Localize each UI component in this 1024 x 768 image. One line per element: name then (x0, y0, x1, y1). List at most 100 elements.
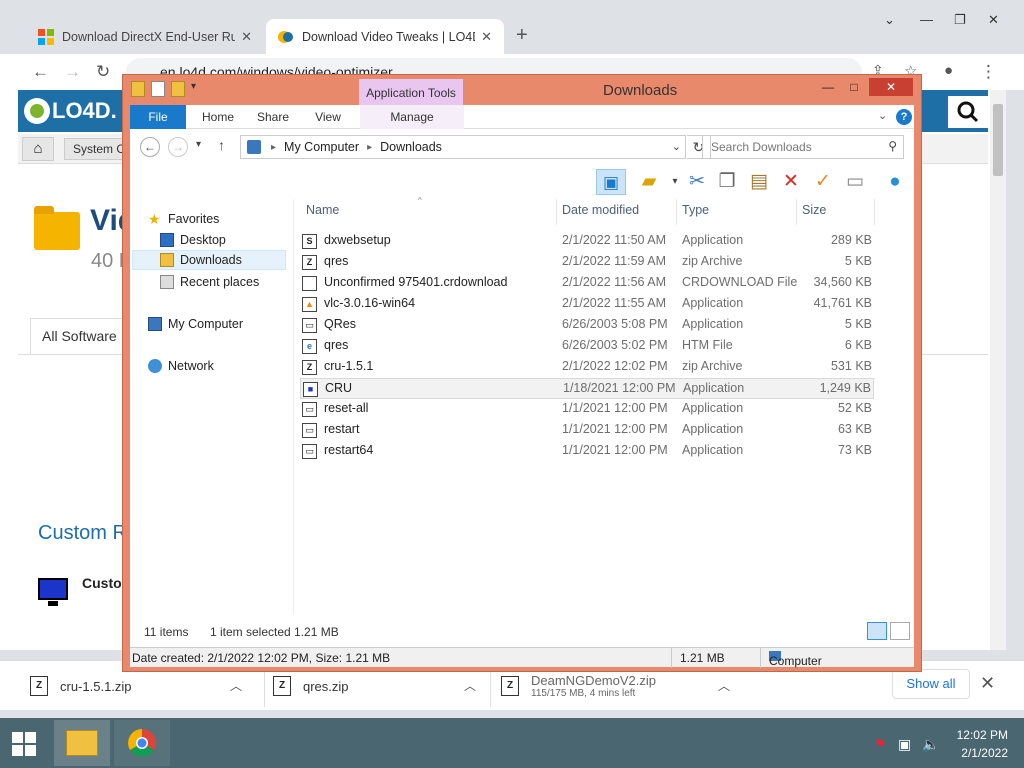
nav-downloads[interactable]: Downloads (132, 250, 286, 270)
close-icon[interactable]: ✕ (869, 78, 913, 96)
reload-icon[interactable]: ↻ (96, 62, 110, 82)
chevron-down-icon[interactable]: ▾ (191, 81, 196, 97)
minimize-icon[interactable]: — (920, 12, 933, 27)
maximize-icon[interactable]: □ (841, 78, 867, 96)
nav-favorites[interactable]: ★ Favorites (148, 209, 219, 229)
tab-video-tweaks[interactable]: Download Video Tweaks | LO4D. ✕ (266, 19, 504, 54)
column-size[interactable]: Size (802, 203, 826, 217)
tab-file[interactable]: File (130, 105, 186, 129)
file-date: 6/26/2003 5:02 PM (562, 338, 668, 352)
nav-network[interactable]: Network (148, 356, 214, 376)
menu-icon[interactable]: ⋮ (980, 62, 997, 82)
path-segment[interactable]: My Computer (284, 140, 359, 154)
maximize-icon[interactable]: ❐ (954, 12, 966, 28)
search-icon (957, 101, 979, 123)
chevron-up-icon[interactable]: ︿ (718, 677, 730, 694)
globe-icon[interactable]: ● (882, 169, 908, 195)
home-icon[interactable]: ⌂ (22, 137, 54, 161)
paste-icon[interactable]: ▤ (746, 169, 772, 195)
chevron-down-icon[interactable]: ⌄ (672, 140, 681, 153)
column-name[interactable]: Name (306, 203, 339, 217)
title-bar[interactable]: ▾ Application Tools Downloads — □ ✕ (123, 75, 921, 107)
tab-view[interactable]: View (302, 105, 354, 129)
file-row[interactable]: ▲ vlc-3.0.16-win64 2/1/2022 11:55 AM Applic… (300, 294, 874, 315)
new-tab-icon[interactable]: + (516, 24, 528, 47)
profile-icon[interactable]: ● (944, 62, 953, 79)
site-search-button[interactable] (948, 96, 988, 128)
network-icon[interactable]: ▣ (898, 736, 911, 753)
file-row[interactable]: e qres 6/26/2003 5:02 PM HTM File 6 KB (300, 336, 874, 357)
app-icon: ▭ (302, 402, 317, 417)
tab-directx[interactable]: Download DirectX End-User Run ✕ (26, 19, 264, 54)
file-row[interactable]: ■ CRU 1/18/2021 12:00 PM Application 1,249 K… (300, 378, 874, 399)
file-row[interactable]: ▭ reset-all 1/1/2021 12:00 PM Application 52… (300, 399, 874, 420)
explorer-window: ▾ Application Tools Downloads — □ ✕ File… (122, 74, 922, 672)
copy-icon[interactable]: ❐ (714, 169, 740, 195)
nav-label: Network (168, 359, 214, 373)
new-folder-icon[interactable] (171, 81, 185, 97)
column-date[interactable]: Date modified (562, 203, 639, 217)
file-row[interactable]: Unconfirmed 975401.crdownload 2/1/2022 11… (300, 273, 874, 294)
help-icon[interactable]: ? (896, 109, 912, 125)
file-row[interactable]: ▭ QRes 6/26/2003 5:08 PM Application 5 KB (300, 315, 874, 336)
nav-my-computer[interactable]: My Computer (148, 314, 243, 334)
delete-icon[interactable]: ✕ (778, 169, 804, 195)
cut-icon[interactable]: ✂ (684, 169, 710, 195)
tab-manage[interactable]: Manage (360, 105, 464, 129)
chevron-up-icon[interactable]: ︿ (230, 677, 242, 694)
tab-home[interactable]: Home (192, 105, 244, 129)
preview-pane-icon[interactable]: ▣ (596, 169, 626, 195)
chevron-down-icon[interactable]: ⌄ (884, 12, 895, 28)
properties-icon[interactable] (151, 81, 165, 97)
tab-title: Download Video Tweaks | LO4D. (302, 29, 476, 44)
page-scrollbar[interactable] (990, 90, 1006, 650)
large-icons-view-icon[interactable] (890, 622, 910, 640)
close-tab-icon[interactable]: ✕ (481, 29, 492, 45)
forward-icon[interactable]: → (168, 137, 188, 157)
network-icon (148, 359, 162, 373)
file-row[interactable]: ▭ restart 1/1/2021 12:00 PM Application 63 K… (300, 420, 874, 441)
column-type[interactable]: Type (682, 203, 709, 217)
computer-icon (247, 140, 261, 154)
forward-icon[interactable]: → (64, 62, 81, 82)
chevron-down-icon[interactable]: ⌄ (878, 109, 887, 122)
taskbar-chrome[interactable] (114, 720, 170, 766)
close-tab-icon[interactable]: ✕ (241, 29, 252, 45)
scrollbar-thumb[interactable] (993, 104, 1003, 176)
file-name: qres (324, 254, 349, 268)
sort-ascending-icon: ^ (418, 196, 422, 205)
path-segment[interactable]: Downloads (380, 140, 442, 154)
folder-icon[interactable] (131, 81, 145, 97)
chevron-up-icon[interactable]: ︿ (464, 677, 476, 694)
flag-icon[interactable]: ⚑ (874, 736, 887, 753)
start-button[interactable] (0, 718, 50, 768)
close-icon[interactable]: ✕ (980, 673, 995, 694)
file-row[interactable]: Zqres 2/1/2022 11:59 AM zip Archive 5 KB (300, 252, 874, 273)
back-icon[interactable]: ← (32, 62, 49, 82)
nav-desktop[interactable]: Desktop (160, 230, 226, 250)
checkmark-icon[interactable]: ✓ (810, 169, 836, 195)
file-size: 34,560 KB (813, 275, 872, 289)
file-name: qres (324, 338, 349, 352)
back-icon[interactable]: ← (140, 137, 160, 157)
file-row[interactable]: ▭ restart64 1/1/2021 12:00 PM Application 73… (300, 441, 874, 462)
up-arrow-icon[interactable]: ↑ (218, 137, 225, 153)
details-view-icon[interactable] (867, 622, 887, 640)
file-row[interactable]: Sdxwebsetup 2/1/2022 11:50 AM Application 2… (300, 231, 874, 252)
minimize-icon[interactable]: — (815, 78, 841, 96)
show-all-button[interactable]: Show all (892, 669, 970, 699)
file-date: 2/1/2022 11:55 AM (562, 296, 667, 310)
tab-share[interactable]: Share (248, 105, 298, 129)
nav-recent-places[interactable]: Recent places (160, 272, 259, 292)
search-input[interactable]: Search Downloads ⚲ (702, 135, 904, 159)
close-window-icon[interactable]: ✕ (988, 12, 999, 28)
site-logo[interactable]: LO4D. (24, 98, 117, 124)
folder-options-icon[interactable]: ▰ (636, 169, 662, 195)
file-row[interactable]: Zcru-1.5.1 2/1/2022 12:02 PM zip Archive 53… (300, 357, 874, 378)
folder-address-bar[interactable]: ▸ My Computer ▸ Downloads ⌄ (240, 135, 686, 159)
chevron-down-icon[interactable]: ▾ (196, 139, 201, 150)
volume-icon[interactable]: 🔈 (922, 736, 939, 753)
system-clock[interactable]: 12:02 PM 2/1/2022 (957, 726, 1008, 762)
rename-icon[interactable]: ▭ (842, 169, 868, 195)
taskbar-explorer[interactable] (54, 720, 110, 766)
